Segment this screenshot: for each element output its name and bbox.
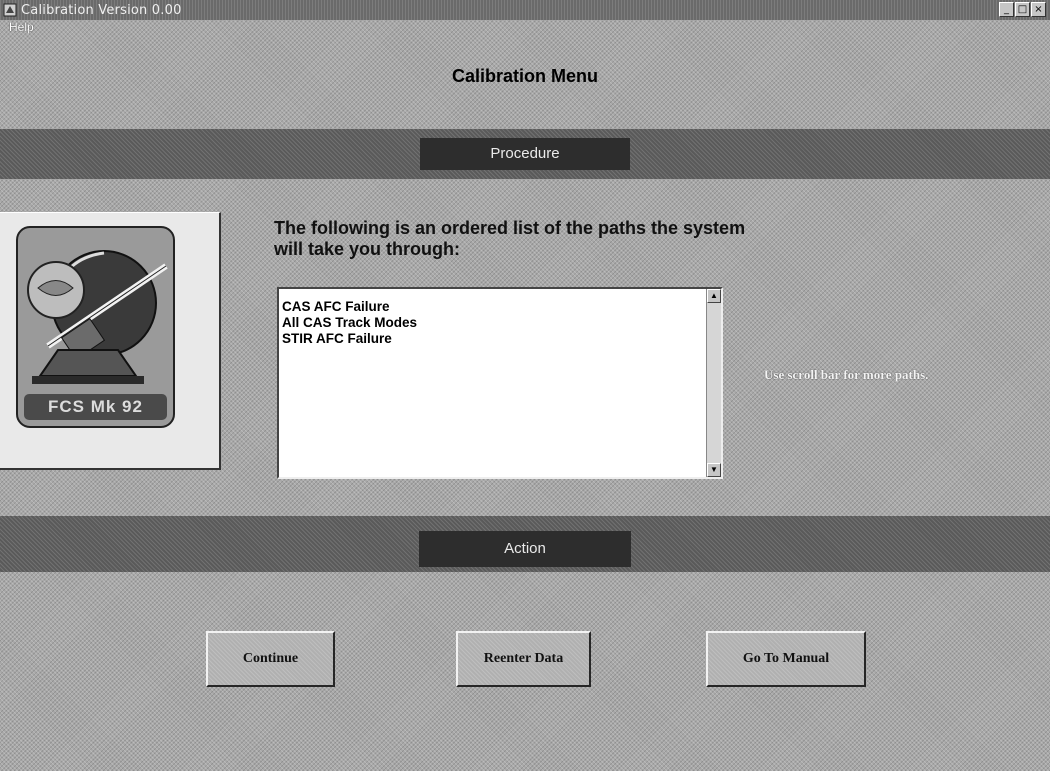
action-band: Action [0,516,1050,572]
calibration-window: Calibration Version 0.00 _ □ × Help Cali… [0,0,1050,771]
scroll-hint: Use scroll bar for more paths. [764,367,929,382]
procedure-band: Procedure [0,129,1050,179]
action-header: Action [419,531,631,567]
fcs-emblem-icon [27,250,168,384]
list-item[interactable]: STIR AFC Failure [279,331,721,347]
go-to-manual-button[interactable]: Go To Manual [706,631,866,687]
window-title: Calibration Version 0.00 [21,2,182,18]
logo-label: FCS Mk 92 [24,394,167,420]
procedure-header: Procedure [420,138,630,170]
minimize-button[interactable]: _ [999,2,1014,17]
maximize-button[interactable]: □ [1015,2,1030,17]
list-item[interactable]: All CAS Track Modes [279,315,721,331]
continue-button[interactable]: Continue [206,631,335,687]
title-bar[interactable]: Calibration Version 0.00 _ □ × [0,0,1050,20]
window-controls: _ □ × [999,2,1046,17]
logo-panel: FCS Mk 92 [0,212,221,470]
path-list-scrollbar[interactable]: ▲ ▼ [706,289,721,477]
list-item[interactable]: CAS AFC Failure [279,299,721,315]
fcs-logo: FCS Mk 92 [16,226,175,428]
scroll-down-arrow-icon[interactable]: ▼ [707,463,721,477]
close-button[interactable]: × [1031,2,1046,17]
path-list[interactable]: CAS AFC Failure All CAS Track Modes STIR… [277,287,723,479]
reenter-data-button[interactable]: Reenter Data [456,631,591,687]
procedure-intro: The following is an ordered list of the … [274,218,746,259]
menu-help[interactable]: Help [9,20,34,34]
app-icon[interactable] [3,3,17,17]
menu-bar: Help [0,20,1050,36]
scroll-up-arrow-icon[interactable]: ▲ [707,289,721,303]
screen-title: Calibration Menu [451,66,598,86]
